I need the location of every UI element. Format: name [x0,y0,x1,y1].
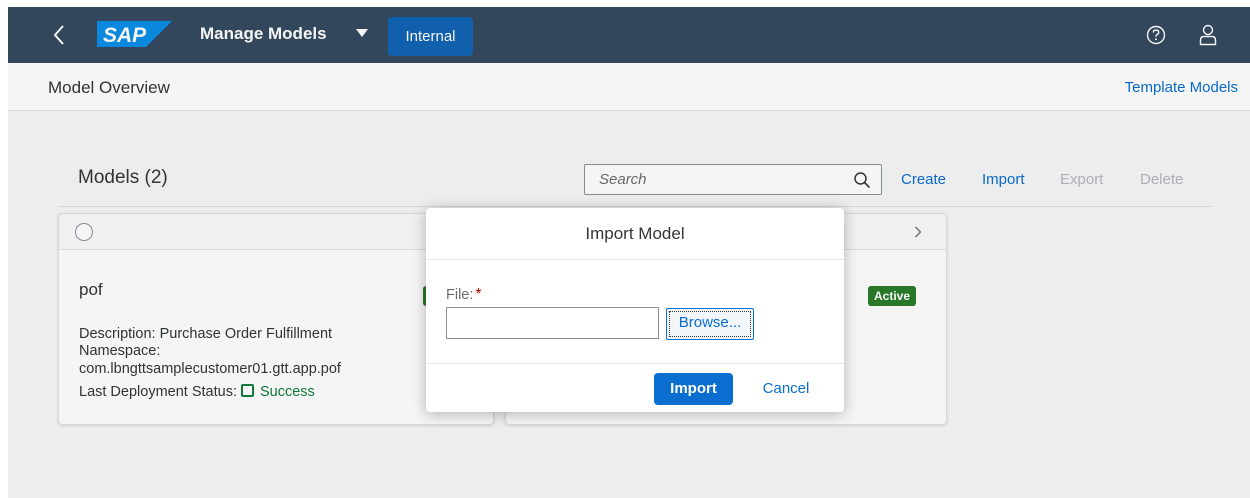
app-frame: SAP Manage Models Internal Model Overvie… [8,7,1250,498]
required-marker: * [475,286,482,303]
import-model-dialog: Import Model File: * Browse... Import Can… [426,208,844,412]
dialog-footer-divider [426,363,844,364]
file-label-text: File: [446,287,474,303]
dialog-title: Import Model [585,224,685,243]
dialog-cancel-button[interactable]: Cancel [748,373,824,405]
dialog-header: Import Model [426,208,844,260]
file-input[interactable] [446,307,659,339]
file-label: File: * [446,286,482,304]
dialog-import-button[interactable]: Import [654,373,733,405]
browse-button[interactable]: Browse... [666,308,754,340]
